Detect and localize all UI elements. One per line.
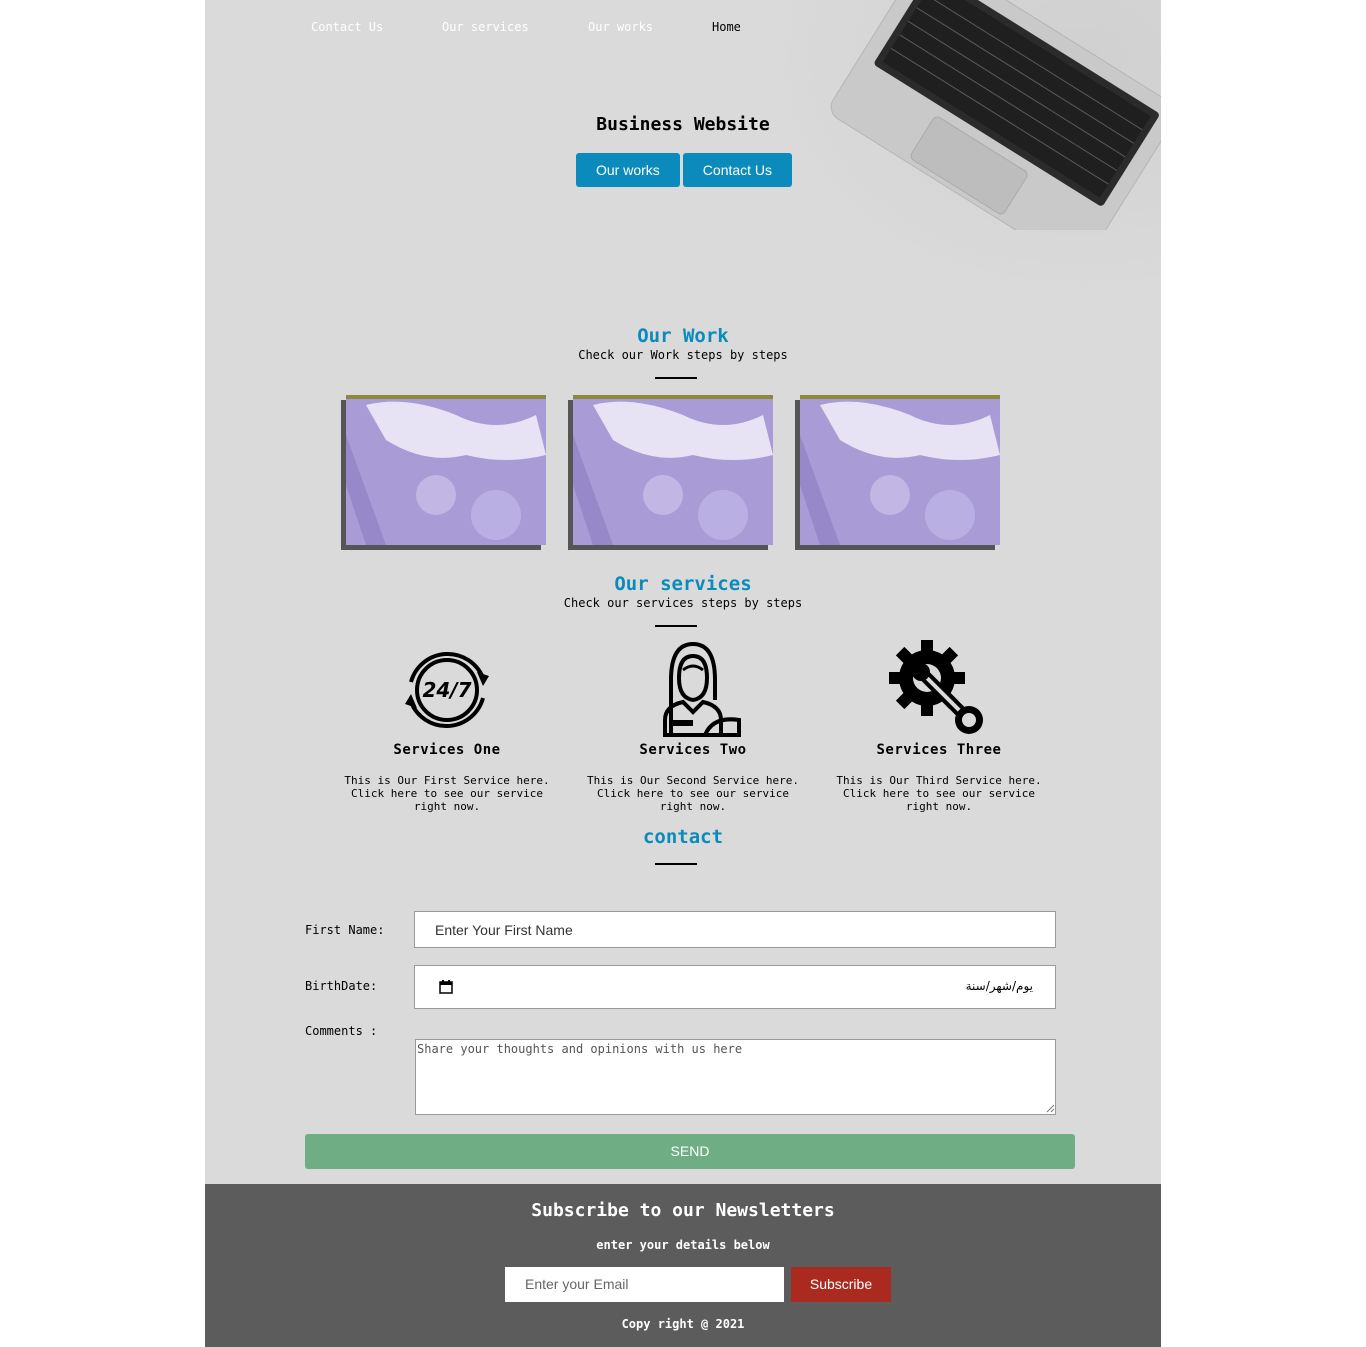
work-image[interactable]	[800, 395, 1000, 545]
hero-buttons: Our works Contact Us	[576, 153, 795, 187]
service-card[interactable]: 24/7 Services One This is Our First Serv…	[327, 640, 567, 813]
service-name: Services Three	[876, 742, 1002, 758]
nav-contact-us[interactable]: Contact Us	[311, 20, 383, 34]
calendar-icon[interactable]	[439, 980, 453, 994]
nav-our-services[interactable]: Our services	[442, 20, 529, 34]
work-image[interactable]	[573, 395, 773, 545]
service-description: This is Our Second Service here. Click h…	[587, 774, 799, 813]
nav-our-works[interactable]: Our works	[588, 20, 653, 34]
work-subtitle: Check our Work steps by steps	[578, 348, 788, 362]
service-card[interactable]: Services Three This is Our Third Service…	[819, 640, 1059, 813]
work-thumbnail	[346, 395, 546, 545]
resize-grip-icon[interactable]	[1046, 1104, 1055, 1113]
our-works-button[interactable]: Our works	[576, 153, 680, 187]
work-thumbnail	[800, 395, 1000, 545]
support-person-icon	[573, 640, 813, 740]
service-name: Services One	[393, 742, 501, 758]
service-card[interactable]: Services Two This is Our Second Service …	[573, 640, 813, 813]
send-button[interactable]: SEND	[305, 1134, 1075, 1169]
newsletter-footer: Subscribe to our Newsletters enter your …	[205, 1184, 1161, 1347]
newsletter-subtitle: enter your details below	[596, 1238, 770, 1252]
first-name-input[interactable]: Enter Your First Name	[414, 911, 1056, 948]
hero-section: Contact Us Our services Our works Home B…	[205, 0, 1161, 300]
services-divider	[655, 625, 697, 627]
email-input[interactable]: Enter your Email	[505, 1267, 784, 1302]
contact-divider	[655, 863, 697, 865]
work-image[interactable]	[346, 395, 546, 545]
contact-us-button[interactable]: Contact Us	[682, 153, 793, 187]
work-thumbnail	[573, 395, 773, 545]
service-description: This is Our Third Service here. Click he…	[836, 774, 1042, 813]
subscribe-button[interactable]: Subscribe	[791, 1267, 891, 1302]
first-name-label: First Name:	[305, 923, 385, 937]
comments-label: Comments :	[305, 1024, 378, 1038]
main-nav: Contact Us Our services Our works Home	[205, 20, 1161, 40]
birthdate-input[interactable]: يوم/شهر/سنة	[414, 965, 1056, 1009]
comments-textarea[interactable]: Share your thoughts and opinions with us…	[415, 1039, 1056, 1115]
birthdate-placeholder: يوم/شهر/سنة	[965, 979, 1033, 993]
contact-title: contact	[642, 826, 724, 848]
first-name-placeholder: Enter Your First Name	[435, 922, 573, 938]
page: Contact Us Our services Our works Home B…	[205, 0, 1161, 1347]
comments-placeholder: Share your thoughts and opinions with us…	[417, 1042, 743, 1056]
service-description: This is Our First Service here. Click he…	[344, 774, 550, 813]
svg-text:24/7: 24/7	[422, 678, 471, 702]
nav-home[interactable]: Home	[712, 20, 741, 34]
service-name: Services Two	[639, 742, 747, 758]
services-subtitle: Check our services steps by steps	[563, 596, 803, 610]
24-7-icon: 24/7	[327, 640, 567, 740]
copyright-text: Copy right @ 2021	[621, 1317, 745, 1331]
services-title: Our services	[614, 573, 752, 595]
work-divider	[655, 377, 697, 379]
birthdate-label: BirthDate:	[305, 979, 378, 993]
work-title: Our Work	[637, 325, 729, 347]
email-placeholder: Enter your Email	[525, 1276, 629, 1292]
hero-title: Business Website	[596, 114, 770, 135]
gear-wrench-icon	[819, 640, 1059, 740]
newsletter-title: Subscribe to our Newsletters	[531, 1200, 835, 1221]
